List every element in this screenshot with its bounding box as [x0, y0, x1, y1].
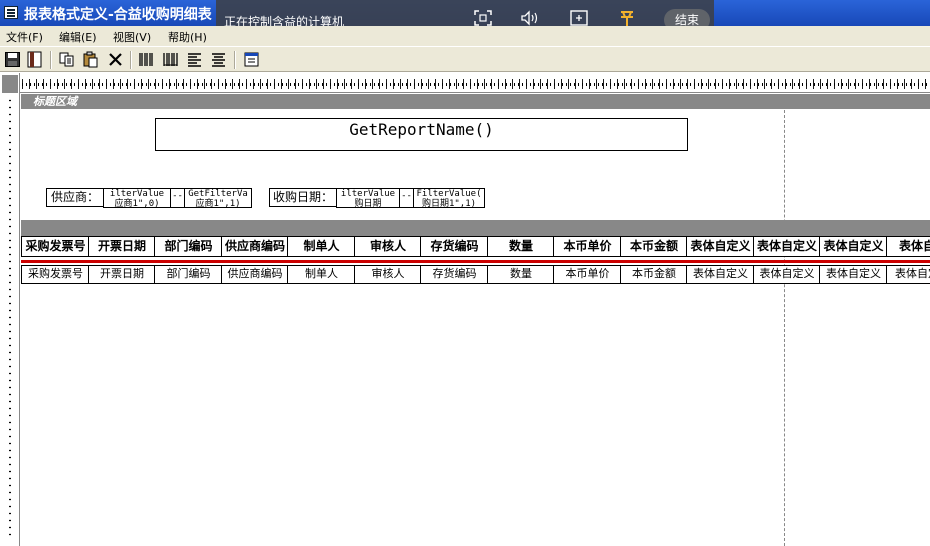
- column-header-cell[interactable]: 审核人: [354, 236, 421, 257]
- column-header-cell[interactable]: 采购发票号: [21, 236, 89, 257]
- header-section-bar[interactable]: [21, 220, 930, 236]
- column-field-cell[interactable]: 表体自定: [886, 265, 930, 284]
- column-header-cell[interactable]: 表体自: [886, 236, 930, 257]
- date-to-field[interactable]: FilterValue( 购日期1",1): [413, 188, 485, 208]
- column-field-cell[interactable]: 数量: [487, 265, 554, 284]
- toolbar-separator: [130, 51, 132, 69]
- report-name-field[interactable]: GetReportName(): [155, 118, 688, 151]
- menu-file[interactable]: 文件(F): [6, 29, 43, 45]
- copy-icon[interactable]: [58, 51, 75, 68]
- barcode2-icon[interactable]: [162, 51, 179, 68]
- toolbar-separator: [50, 51, 52, 69]
- menu-view[interactable]: 视图(V): [113, 29, 151, 45]
- column-header-cell[interactable]: 表体自定义: [819, 236, 887, 257]
- column-field-cell[interactable]: 部门编码: [154, 265, 222, 284]
- page-icon[interactable]: [26, 51, 43, 68]
- menu-bar: 文件(F) 编辑(E) 视图(V) 帮助(H): [0, 26, 930, 46]
- supplier-to-field[interactable]: GetFilterVa 应商1",1): [184, 188, 252, 208]
- column-header-cell[interactable]: 供应商编码: [221, 236, 288, 257]
- column-header-cell[interactable]: 数量: [487, 236, 554, 257]
- date-from-field[interactable]: ilterValue 购日期: [336, 188, 400, 208]
- align-justify-icon[interactable]: [210, 51, 227, 68]
- column-field-cell[interactable]: 存货编码: [420, 265, 488, 284]
- delete-icon[interactable]: [107, 51, 124, 68]
- column-header-cell[interactable]: 表体自定义: [686, 236, 754, 257]
- column-header-cell[interactable]: 存货编码: [420, 236, 488, 257]
- design-canvas[interactable]: 标题区域 GetReportName() 供应商： ilterValue 应商1…: [21, 94, 930, 546]
- ruler-minor-ticks: [22, 83, 928, 86]
- column-header-cell[interactable]: 部门编码: [154, 236, 222, 257]
- toolbar: [0, 46, 930, 72]
- menu-edit[interactable]: 编辑(E): [59, 29, 97, 45]
- column-field-cell[interactable]: 制单人: [287, 265, 355, 284]
- horizontal-ruler: [20, 73, 930, 93]
- properties-icon[interactable]: [243, 51, 260, 68]
- ruler-ticks: [6, 97, 14, 537]
- app-icon: [4, 6, 18, 19]
- column-header-cell[interactable]: 开票日期: [88, 236, 155, 257]
- column-header-cell[interactable]: 表体自定义: [753, 236, 820, 257]
- toolbar-separator: [234, 51, 236, 69]
- barcode1-icon[interactable]: [138, 51, 155, 68]
- column-field-cell[interactable]: 供应商编码: [221, 265, 288, 284]
- column-field-cell[interactable]: 采购发票号: [21, 265, 89, 284]
- page-width-guide: [784, 110, 785, 546]
- supplier-label[interactable]: 供应商：: [46, 188, 104, 207]
- column-field-cell[interactable]: 开票日期: [88, 265, 155, 284]
- column-header-cell[interactable]: 制单人: [287, 236, 355, 257]
- date-label[interactable]: 收购日期：: [269, 188, 337, 207]
- supplier-from-field[interactable]: ilterValue 应商1",0): [103, 188, 171, 208]
- column-field-cell[interactable]: 表体自定义: [686, 265, 754, 284]
- window-title: 报表格式定义-合益收购明细表: [24, 7, 212, 23]
- menu-help[interactable]: 帮助(H): [168, 29, 207, 45]
- supplier-dash[interactable]: --: [170, 188, 185, 208]
- column-field-cell[interactable]: 本币单价: [553, 265, 621, 284]
- title-section-bar[interactable]: 标题区域: [21, 94, 930, 109]
- column-header-cell[interactable]: 本币单价: [553, 236, 621, 257]
- save-icon[interactable]: [4, 51, 21, 68]
- ruler-corner: [2, 75, 18, 93]
- column-field-cell[interactable]: 表体自定义: [819, 265, 887, 284]
- date-dash[interactable]: --: [399, 188, 414, 208]
- column-field-cell[interactable]: 审核人: [354, 265, 421, 284]
- column-header-cell[interactable]: 本币金额: [620, 236, 687, 257]
- vertical-ruler: [0, 73, 20, 546]
- column-field-cell[interactable]: 本币金额: [620, 265, 687, 284]
- column-field-cell[interactable]: 表体自定义: [753, 265, 820, 284]
- align-left-icon[interactable]: [186, 51, 203, 68]
- body-section-divider: [21, 260, 930, 263]
- paste-icon[interactable]: [82, 51, 99, 68]
